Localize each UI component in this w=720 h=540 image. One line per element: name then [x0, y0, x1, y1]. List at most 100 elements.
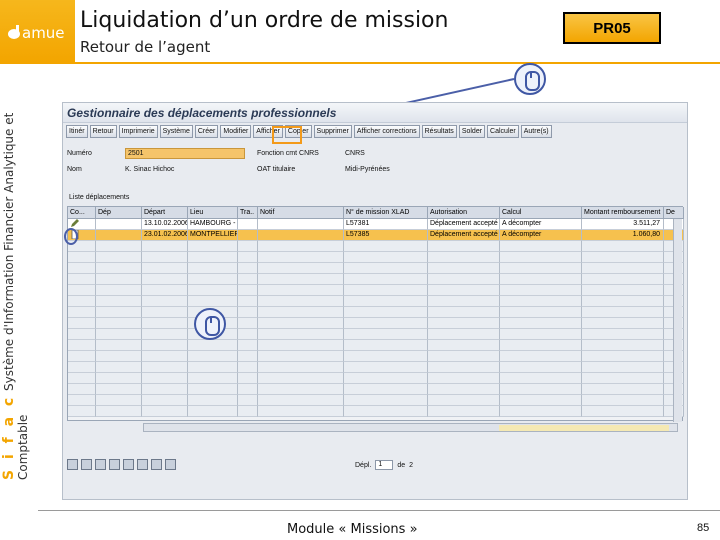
table-row-empty[interactable]	[68, 406, 684, 417]
toolbar-resultats-button[interactable]: Résultats	[421, 125, 457, 138]
table-cell-empty	[238, 285, 258, 296]
table-cell-empty	[582, 285, 664, 296]
toolbar-supprimer-button[interactable]: Supprimer	[313, 125, 352, 138]
toolbar-imprimerie-button[interactable]: Imprimerie	[118, 125, 158, 138]
table-cell-empty	[344, 373, 428, 384]
table-cell-empty	[238, 307, 258, 318]
table-cell-empty	[582, 329, 664, 340]
header-divider	[0, 62, 720, 64]
table-row-empty[interactable]	[68, 340, 684, 351]
table-cell-empty	[258, 318, 344, 329]
find-next-icon[interactable]	[109, 459, 120, 470]
table-row-empty[interactable]	[68, 263, 684, 274]
toolbar-itineraire-button[interactable]: Itinér	[66, 125, 88, 138]
numero-label: Numéro	[67, 150, 92, 157]
table-cell-empty	[68, 307, 96, 318]
col-header[interactable]: Montant remboursement	[582, 207, 664, 219]
vertical-scrollbar[interactable]	[673, 219, 682, 422]
col-header[interactable]: Co...	[68, 207, 96, 219]
table-cell-empty	[428, 329, 500, 340]
table-row-empty[interactable]	[68, 252, 684, 263]
table-cell-empty	[500, 307, 582, 318]
col-header[interactable]: Notif	[258, 207, 344, 219]
slide-subtitle: Retour de l’agent	[80, 38, 211, 56]
table-cell-empty	[428, 362, 500, 373]
find-icon[interactable]	[95, 459, 106, 470]
table-row[interactable]: 13.10.02.2006 HAMBOURG - DES L57381 Dépl…	[68, 219, 684, 230]
table-cell-empty	[344, 241, 428, 252]
col-header[interactable]: Autorisation	[428, 207, 500, 219]
col-header[interactable]: N° de mission XLAD	[344, 207, 428, 219]
table-cell-empty	[344, 285, 428, 296]
col-header[interactable]: De	[664, 207, 684, 219]
col-header[interactable]: Départ	[142, 207, 188, 219]
table-cell-empty	[142, 252, 188, 263]
table-row-empty[interactable]	[68, 362, 684, 373]
table-cell-empty	[258, 384, 344, 395]
table-cell-empty	[258, 263, 344, 274]
table-cell-empty	[582, 406, 664, 417]
last-page-icon[interactable]	[165, 459, 176, 470]
toolbar-afficher-corrections-button[interactable]: Afficher corrections	[353, 125, 420, 138]
toolbar-retour-button[interactable]: Retour	[89, 125, 117, 138]
logo-mark-icon	[8, 25, 20, 39]
table-row-selected[interactable]: 23.01.02.2006 MONTPELLIER - FR L57385 Dé…	[68, 230, 684, 241]
numero-field[interactable]: 2501	[125, 148, 245, 159]
scrollbar-thumb[interactable]	[499, 425, 669, 431]
toolbar-solder-button[interactable]: Solder	[458, 125, 486, 138]
table-cell-empty	[344, 274, 428, 285]
bottom-toolbar	[67, 459, 176, 470]
fonction-value: CNRS	[345, 150, 365, 157]
table-row-empty[interactable]	[68, 307, 684, 318]
toolbar-modifier-button[interactable]: Modifier	[220, 125, 252, 138]
col-header[interactable]: Dép	[96, 207, 142, 219]
table-row-empty[interactable]	[68, 384, 684, 395]
table-cell-empty	[96, 406, 142, 417]
table-row-empty[interactable]	[68, 296, 684, 307]
first-page-icon[interactable]	[123, 459, 134, 470]
table-cell-empty	[96, 373, 142, 384]
table-row-empty[interactable]	[68, 395, 684, 406]
table-cell-empty	[500, 351, 582, 362]
table-cell-empty	[188, 384, 238, 395]
toolbar-calculer-button[interactable]: Calculer	[487, 125, 519, 138]
table-row-empty[interactable]	[68, 274, 684, 285]
table-row-empty[interactable]	[68, 318, 684, 329]
table-cell-empty	[96, 351, 142, 362]
table-cell-empty	[582, 318, 664, 329]
table-cell-empty	[188, 362, 238, 373]
table-cell-empty	[258, 307, 344, 318]
next-page-icon[interactable]	[151, 459, 162, 470]
page-of-label: de	[397, 461, 406, 469]
save-icon[interactable]	[67, 459, 78, 470]
table-cell-empty	[582, 296, 664, 307]
table-cell-empty	[344, 307, 428, 318]
table-row-empty[interactable]	[68, 329, 684, 340]
table-cell-empty	[96, 307, 142, 318]
page-input[interactable]: 1	[375, 460, 394, 470]
table-row-empty[interactable]	[68, 373, 684, 384]
col-header[interactable]: Lieu	[188, 207, 238, 219]
table-cell-empty	[96, 329, 142, 340]
table-cell-empty	[428, 307, 500, 318]
col-header[interactable]: Calcul	[500, 207, 582, 219]
print-icon[interactable]	[81, 459, 92, 470]
table-row-empty[interactable]	[68, 285, 684, 296]
col-header[interactable]: Tra..	[238, 207, 258, 219]
horizontal-scrollbar[interactable]	[143, 423, 678, 432]
toolbar-autres-button[interactable]: Autre(s)	[520, 125, 552, 138]
previous-page-icon[interactable]	[137, 459, 148, 470]
table-header: Co... Dép Départ Lieu Tra.. Notif N° de …	[68, 207, 684, 219]
toolbar-systeme-button[interactable]: Système	[159, 125, 193, 138]
table-cell-empty	[344, 362, 428, 373]
table-row-empty[interactable]	[68, 351, 684, 362]
table-cell-empty	[68, 252, 96, 263]
sifac-brand: S i f a c	[1, 394, 17, 480]
table-cell-empty	[96, 285, 142, 296]
toolbar-creer-button[interactable]: Créer	[194, 125, 219, 138]
table-cell-empty	[500, 373, 582, 384]
table-cell-empty	[238, 252, 258, 263]
table-cell-empty	[258, 351, 344, 362]
table-cell-empty	[258, 395, 344, 406]
table-row-empty[interactable]	[68, 241, 684, 252]
